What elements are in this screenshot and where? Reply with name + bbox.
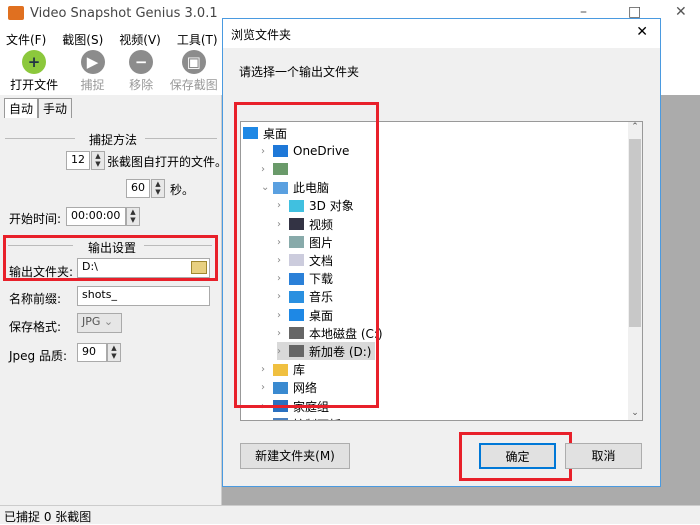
seconds-spinner[interactable]: ▲ ▼ (151, 179, 165, 198)
prefix-input[interactable]: shots_ (77, 286, 210, 306)
count-input[interactable]: 12 (66, 151, 90, 170)
ok-button[interactable]: 确定 (479, 443, 556, 469)
quality-spinner[interactable]: ▲ ▼ (107, 343, 121, 362)
save-snapshots-button[interactable]: ▣ 保存截图 (166, 47, 222, 95)
browse-folder-button[interactable] (191, 261, 207, 274)
scroll-thumb[interactable] (629, 139, 641, 327)
prefix-label: 名称前缀: (9, 292, 62, 306)
capture-heading: 捕捉方法 (89, 133, 138, 147)
tab-bar: 自动 手动 (4, 98, 73, 118)
menu-tools[interactable]: 工具(T) (177, 31, 218, 48)
dialog-close-icon[interactable]: ✕ (636, 24, 648, 40)
plus-icon: + (22, 50, 47, 74)
menu-bar: 文件(F) 截图(S) 视频(V) 工具(T) 帮助 (6, 31, 258, 48)
quality-input[interactable]: 90 (77, 343, 107, 362)
tree-item[interactable]: › 控制面板 (261, 415, 341, 420)
start-time-spinner[interactable]: ▲ ▼ (126, 207, 140, 226)
tab-auto[interactable]: 自动 (4, 98, 39, 118)
new-folder-button[interactable]: 新建文件夹(M) (240, 443, 350, 469)
capture-button[interactable]: ▶ 捕捉 (68, 47, 117, 95)
app-icon (8, 6, 24, 20)
menu-file[interactable]: 文件(F) (6, 31, 46, 48)
control-panel-icon (273, 418, 288, 420)
format-select[interactable]: JPG ⌄ (77, 313, 122, 333)
scroll-up-icon[interactable]: ⌃ (628, 122, 642, 132)
scroll-down-icon[interactable]: ⌄ (628, 408, 642, 418)
start-time-input[interactable]: 00:00:00 (66, 207, 126, 226)
tree-scrollbar[interactable]: ⌃ ⌄ (628, 122, 642, 420)
cancel-button[interactable]: 取消 (565, 443, 642, 469)
seconds-input[interactable]: 60 (126, 179, 150, 198)
tab-manual[interactable]: 手动 (38, 98, 73, 118)
remove-button[interactable]: − 移除 (117, 47, 166, 95)
dialog-prompt: 请选择一个输出文件夹 (239, 65, 360, 79)
menu-video[interactable]: 视频(V) (119, 31, 161, 48)
menu-snapshot[interactable]: 截图(S) (62, 31, 103, 48)
minus-icon: − (129, 50, 154, 74)
chevron-icon[interactable]: › (261, 419, 273, 420)
quality-label: Jpeg 品质: (9, 349, 68, 363)
save-icon: ▣ (181, 50, 206, 74)
highlight-tree (234, 102, 379, 408)
browse-folder-dialog: 浏览文件夹 ✕ 请选择一个输出文件夹 桌面 › OneDrive › ⌄ 此电脑 › 3D 对… (222, 18, 661, 487)
output-heading: 输出设置 (88, 241, 137, 255)
tree-item-label: 控制面板 (293, 416, 341, 420)
count-spinner[interactable]: ▲ ▼ (91, 151, 105, 170)
app-title: Video Snapshot Genius 3.0.1 (30, 6, 218, 21)
status-bar: 已捕捉 0 张截图 (0, 505, 700, 524)
play-icon: ▶ (80, 50, 105, 74)
chevron-down-icon: ⌄ (103, 315, 114, 328)
count-suffix: 张截图自打开的文件。 (107, 155, 228, 169)
start-time-label: 开始时间: (9, 212, 62, 226)
open-file-button[interactable]: + 打开文件 (0, 47, 68, 95)
seconds-suffix: 秒。 (170, 183, 195, 197)
close-button[interactable]: ✕ (675, 4, 687, 20)
toolbar: + 打开文件 ▶ 捕捉 − 移除 ▣ 保存截图 (0, 47, 222, 95)
output-folder-label: 输出文件夹: (9, 265, 74, 279)
dialog-title: 浏览文件夹 (223, 19, 660, 48)
format-label: 保存格式: (9, 320, 62, 334)
